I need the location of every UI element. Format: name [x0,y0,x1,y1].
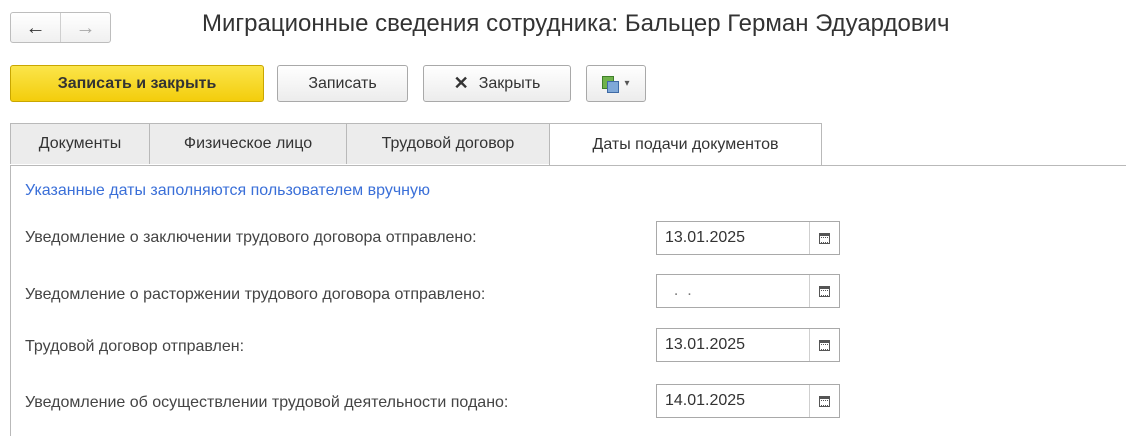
chevron-down-icon: ▾ [624,78,630,89]
contract-notice-sent-label: Уведомление о заключении трудового догов… [25,229,477,246]
tab-label: Физическое лицо [183,135,313,152]
labor-activity-notice-field[interactable]: 14.01.2025 [656,384,840,418]
contract-sent-label: Трудовой договор отправлен: [25,338,245,355]
calendar-icon [819,395,830,407]
save-label: Записать [308,74,377,92]
tab-label: Трудовой договор [381,135,515,152]
tab-bar: Документы Физическое лицо Трудовой догов… [10,123,1126,166]
calendar-icon [819,232,830,244]
date-input[interactable]: 14.01.2025 [657,385,809,417]
content-border [10,165,11,436]
close-icon: ✕ [453,73,469,93]
calendar-button[interactable] [809,329,839,361]
tab-documents[interactable]: Документы [10,123,150,164]
date-input[interactable]: 13.01.2025 [657,222,809,254]
page-title: Миграционные сведения сотрудника: Бальце… [202,10,950,37]
contract-sent-field[interactable]: 13.01.2025 [656,328,840,362]
arrow-left-icon: ← [25,16,46,39]
close-button[interactable]: ✕ Закрыть [423,65,571,102]
more-actions-button[interactable]: ▾ [586,65,646,102]
calendar-icon [819,285,830,297]
labor-activity-notice-label: Уведомление об осуществлении трудовой де… [25,394,509,411]
manual-entry-hint: Указанные даты заполняются пользователем… [25,182,430,199]
history-nav: ← → [10,12,111,43]
back-button[interactable]: ← [11,13,60,42]
termination-notice-sent-field[interactable]: . . [656,274,840,308]
date-input[interactable]: 13.01.2025 [657,329,809,361]
save-and-close-label: Записать и закрыть [57,74,217,92]
forward-button[interactable]: → [60,13,110,42]
tab-label: Документы [38,135,122,152]
tab-employment-contract[interactable]: Трудовой договор [346,123,550,164]
calendar-button[interactable] [809,275,839,307]
calendar-button[interactable] [809,222,839,254]
save-button[interactable]: Записать [277,65,408,102]
tab-label: Даты подачи документов [592,135,779,153]
calendar-button[interactable] [809,385,839,417]
arrow-right-icon: → [75,16,96,39]
date-input[interactable]: . . [657,275,809,307]
tab-person[interactable]: Физическое лицо [149,123,347,164]
tab-submission-dates[interactable]: Даты подачи документов [549,123,822,165]
calendar-icon [819,339,830,351]
close-label: Закрыть [478,74,541,92]
save-and-close-button[interactable]: Записать и закрыть [10,65,264,102]
termination-notice-sent-label: Уведомление о расторжении трудового дого… [25,286,486,303]
contract-notice-sent-field[interactable]: 13.01.2025 [656,221,840,255]
documents-icon [602,75,620,93]
